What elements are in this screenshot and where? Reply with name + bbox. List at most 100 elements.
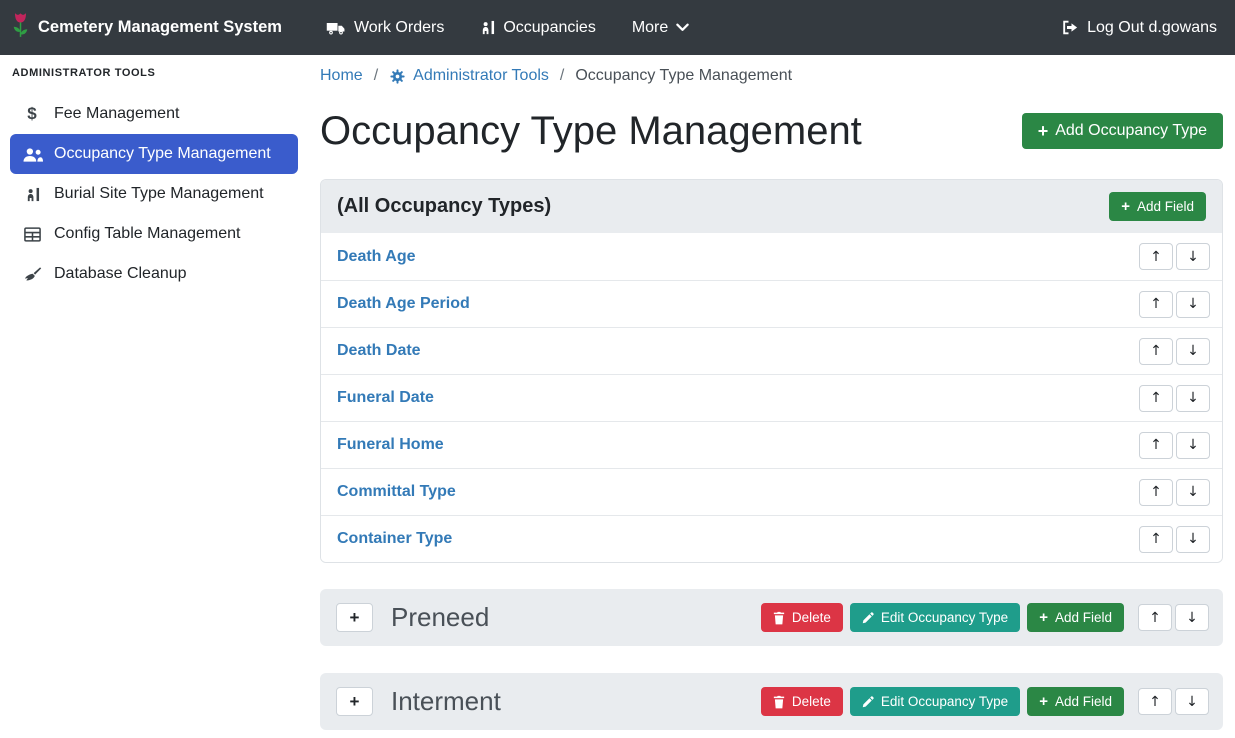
move-down-button[interactable]: ↓ xyxy=(1175,604,1209,631)
reorder-controls: ↑ ↓ xyxy=(1138,604,1209,631)
field-row: Committal Type ↑ ↓ xyxy=(321,468,1222,515)
breadcrumb-home-link[interactable]: Home xyxy=(320,67,363,85)
sidebar-item-config-table-management[interactable]: Config Table Management xyxy=(0,214,308,254)
gear-icon xyxy=(389,68,406,85)
trash-icon xyxy=(773,611,785,625)
field-row: Death Age ↑ ↓ xyxy=(321,233,1222,280)
add-field-label: Add Field xyxy=(1137,199,1194,214)
broom-icon xyxy=(20,267,44,282)
move-up-button[interactable]: ↑ xyxy=(1139,243,1173,270)
navbar-menu: Work Orders Occupancies More xyxy=(326,19,689,37)
expand-button[interactable]: + xyxy=(336,603,373,632)
move-down-button[interactable]: ↓ xyxy=(1175,688,1209,715)
app-brand[interactable]: Cemetery Management System xyxy=(12,11,282,44)
field-row: Funeral Date ↑ ↓ xyxy=(321,374,1222,421)
chevron-down-icon xyxy=(676,23,689,32)
edit-occupancy-type-label: Edit Occupancy Type xyxy=(881,694,1008,709)
delete-button[interactable]: Delete xyxy=(761,603,843,632)
add-occupancy-type-label: Add Occupancy Type xyxy=(1055,122,1207,140)
reorder-controls: ↑ ↓ xyxy=(1138,688,1209,715)
sidebar-item-label: Fee Management xyxy=(54,105,179,123)
nav-occupancies[interactable]: Occupancies xyxy=(480,19,596,37)
field-link[interactable]: Death Date xyxy=(337,342,421,360)
section-actions: Delete Edit Occupancy Type + Add Field ↑… xyxy=(761,603,1209,632)
reorder-controls: ↑ ↓ xyxy=(1139,338,1210,365)
move-down-button[interactable]: ↓ xyxy=(1176,338,1210,365)
add-field-button[interactable]: + Add Field xyxy=(1027,687,1124,716)
move-up-button[interactable]: ↑ xyxy=(1139,291,1173,318)
arrow-up-icon: ↑ xyxy=(1150,343,1162,359)
sidebar-item-occupancy-type-management[interactable]: Occupancy Type Management xyxy=(10,134,298,174)
move-down-button[interactable]: ↓ xyxy=(1176,291,1210,318)
field-link[interactable]: Funeral Date xyxy=(337,389,434,407)
nav-work-orders-label: Work Orders xyxy=(354,19,444,37)
move-up-button[interactable]: ↑ xyxy=(1139,385,1173,412)
move-up-button[interactable]: ↑ xyxy=(1139,338,1173,365)
occupancy-type-section-preneed: + Preneed Delete Edit Occupancy Type + xyxy=(320,589,1223,646)
arrow-down-icon: ↓ xyxy=(1187,437,1199,453)
field-link[interactable]: Death Age xyxy=(337,248,416,266)
sidebar: ADMINISTRATOR TOOLS $ Fee Management Occ… xyxy=(0,55,308,738)
plus-icon: + xyxy=(350,608,360,628)
dollar-icon: $ xyxy=(20,104,44,124)
sidebar-item-fee-management[interactable]: $ Fee Management xyxy=(0,94,308,134)
breadcrumb-separator: / xyxy=(374,67,378,85)
move-up-button[interactable]: ↑ xyxy=(1138,604,1172,631)
sidebar-item-database-cleanup[interactable]: Database Cleanup xyxy=(0,254,308,294)
field-link[interactable]: Funeral Home xyxy=(337,436,444,454)
move-up-button[interactable]: ↑ xyxy=(1139,526,1173,553)
breadcrumb-admin-tools-link[interactable]: Administrator Tools xyxy=(389,67,549,85)
plus-icon: + xyxy=(1039,694,1048,709)
nav-more-label: More xyxy=(632,19,668,37)
delete-button[interactable]: Delete xyxy=(761,687,843,716)
logout-button[interactable]: Log Out d.gowans xyxy=(1061,19,1217,37)
move-down-button[interactable]: ↓ xyxy=(1176,243,1210,270)
add-field-button[interactable]: + Add Field xyxy=(1027,603,1124,632)
arrow-up-icon: ↑ xyxy=(1149,694,1161,710)
move-down-button[interactable]: ↓ xyxy=(1176,385,1210,412)
field-link[interactable]: Committal Type xyxy=(337,483,456,501)
logout-label: Log Out d.gowans xyxy=(1087,19,1217,37)
app-title: Cemetery Management System xyxy=(38,18,282,37)
field-row: Container Type ↑ ↓ xyxy=(321,515,1222,562)
field-link[interactable]: Death Age Period xyxy=(337,295,470,313)
reorder-controls: ↑ ↓ xyxy=(1139,479,1210,506)
delete-label: Delete xyxy=(792,694,831,709)
plus-icon: + xyxy=(1121,199,1130,214)
sidebar-item-burial-site-type-management[interactable]: Burial Site Type Management xyxy=(0,174,308,214)
field-link[interactable]: Container Type xyxy=(337,530,452,548)
add-occupancy-type-button[interactable]: + Add Occupancy Type xyxy=(1022,113,1223,149)
arrow-down-icon: ↓ xyxy=(1187,390,1199,406)
expand-button[interactable]: + xyxy=(336,687,373,716)
field-row: Death Date ↑ ↓ xyxy=(321,327,1222,374)
card-header: (All Occupancy Types) + Add Field xyxy=(321,180,1222,233)
move-up-button[interactable]: ↑ xyxy=(1139,432,1173,459)
person-booth-icon xyxy=(480,20,495,35)
nav-work-orders[interactable]: Work Orders xyxy=(326,19,444,37)
move-down-button[interactable]: ↓ xyxy=(1176,432,1210,459)
field-row: Funeral Home ↑ ↓ xyxy=(321,421,1222,468)
plus-icon: + xyxy=(350,692,360,712)
move-up-button[interactable]: ↑ xyxy=(1139,479,1173,506)
move-up-button[interactable]: ↑ xyxy=(1138,688,1172,715)
move-down-button[interactable]: ↓ xyxy=(1176,479,1210,506)
edit-occupancy-type-button[interactable]: Edit Occupancy Type xyxy=(850,687,1020,716)
nav-occupancies-label: Occupancies xyxy=(503,19,596,37)
move-down-button[interactable]: ↓ xyxy=(1176,526,1210,553)
arrow-down-icon: ↓ xyxy=(1187,296,1199,312)
plus-icon: + xyxy=(1039,610,1048,625)
breadcrumb: Home / Administrator Tool xyxy=(320,63,1223,85)
arrow-up-icon: ↑ xyxy=(1150,296,1162,312)
arrow-up-icon: ↑ xyxy=(1150,390,1162,406)
content-area: ADMINISTRATOR TOOLS $ Fee Management Occ… xyxy=(0,55,1235,738)
arrow-down-icon: ↓ xyxy=(1186,694,1198,710)
arrow-down-icon: ↓ xyxy=(1187,249,1199,265)
add-field-button[interactable]: + Add Field xyxy=(1109,192,1206,221)
section-actions: Delete Edit Occupancy Type + Add Field ↑… xyxy=(761,687,1209,716)
nav-more[interactable]: More xyxy=(632,19,689,37)
edit-occupancy-type-button[interactable]: Edit Occupancy Type xyxy=(850,603,1020,632)
users-icon xyxy=(20,147,44,162)
reorder-controls: ↑ ↓ xyxy=(1139,291,1210,318)
breadcrumb-separator: / xyxy=(560,67,564,85)
reorder-controls: ↑ ↓ xyxy=(1139,243,1210,270)
